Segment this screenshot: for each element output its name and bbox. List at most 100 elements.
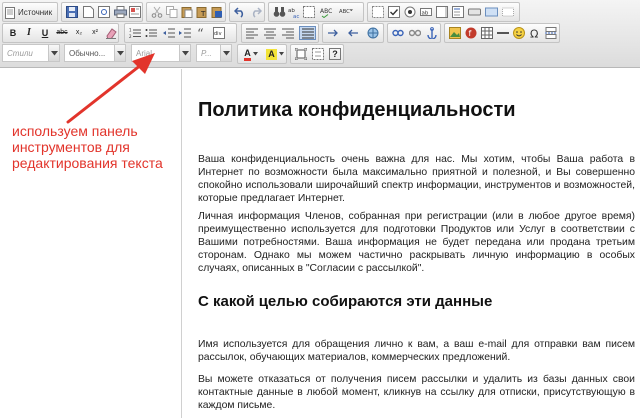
bold-button[interactable]: B: [6, 26, 20, 40]
toolbar-group-insert: f Ω: [444, 23, 560, 43]
table-button[interactable]: [480, 26, 494, 40]
paste-text-button[interactable]: T: [195, 5, 209, 19]
unlink-icon: [409, 29, 421, 37]
italic-button[interactable]: I: [22, 26, 36, 40]
svg-text:div: div: [214, 31, 222, 37]
bulleted-list-button[interactable]: [144, 26, 158, 40]
checkbox-button[interactable]: [387, 5, 401, 19]
form-button[interactable]: [371, 5, 385, 19]
image-button[interactable]: [448, 26, 462, 40]
superscript-button[interactable]: x²: [88, 26, 102, 40]
textfield-icon: ab: [420, 8, 432, 17]
background-color-button[interactable]: A: [265, 47, 285, 61]
toolbar-group-align: [241, 23, 319, 43]
textfield-button[interactable]: ab: [419, 5, 433, 19]
page-break-button[interactable]: [544, 26, 558, 40]
undo-icon: [234, 7, 244, 18]
horizontal-rule-button[interactable]: [496, 26, 510, 40]
underline-button[interactable]: U: [38, 26, 52, 40]
image-icon: [449, 27, 461, 39]
document-paragraph: Личная информация Членов, собранная при …: [198, 211, 635, 274]
paste-button[interactable]: [180, 5, 194, 19]
spellcheck-button[interactable]: ABC: [320, 5, 334, 19]
link-button[interactable]: [391, 26, 405, 40]
document-title: Политика конфиденциальности: [198, 99, 516, 121]
new-page-button[interactable]: [81, 5, 95, 19]
find-button[interactable]: [272, 5, 286, 19]
copy-button[interactable]: [165, 5, 179, 19]
indent-button[interactable]: [178, 26, 192, 40]
numbered-list-icon: 12: [129, 28, 141, 39]
select-field-icon: [452, 6, 464, 18]
maximize-button[interactable]: [294, 47, 308, 61]
strike-button[interactable]: abc: [54, 26, 70, 40]
spellcheck-menu-button[interactable]: ABC: [339, 5, 353, 19]
outdent-button[interactable]: [162, 26, 176, 40]
svg-text:T: T: [200, 10, 206, 18]
text-color-button[interactable]: A: [241, 47, 261, 61]
button-insert-icon: [467, 8, 481, 16]
editor-content[interactable]: Политика конфиденциальности Ваша конфиде…: [182, 69, 640, 418]
svg-text:ab: ab: [422, 11, 429, 17]
select-field-button[interactable]: [451, 5, 465, 19]
flash-button[interactable]: f: [464, 26, 478, 40]
align-left-button[interactable]: [245, 26, 259, 40]
align-right-button[interactable]: [281, 26, 295, 40]
button-insert-button[interactable]: [467, 5, 481, 19]
div-container-button[interactable]: div: [212, 26, 226, 40]
show-blocks-icon: [312, 48, 324, 60]
save-icon: [66, 6, 78, 18]
subscript-button[interactable]: x₂: [72, 26, 86, 40]
scissors-icon: [151, 6, 163, 18]
preview-icon: [98, 6, 110, 18]
bold-label: B: [9, 28, 17, 38]
svg-text:2: 2: [129, 34, 132, 39]
print-button[interactable]: [113, 5, 127, 19]
templates-button[interactable]: [128, 5, 142, 19]
unlink-button[interactable]: [408, 26, 422, 40]
redo-button[interactable]: [249, 5, 263, 19]
paste-word-icon: [211, 7, 222, 18]
cut-button[interactable]: [150, 5, 164, 19]
text-direction-rtl-button[interactable]: [346, 26, 360, 40]
select-all-button[interactable]: [302, 5, 316, 19]
subscript-label: x₂: [75, 29, 83, 36]
styles-combo[interactable]: Стили: [2, 44, 60, 62]
toolbar-group-paragraph: 12 “ div: [124, 23, 237, 43]
underline-label: U: [41, 28, 49, 38]
replace-button[interactable]: ab ac: [287, 5, 301, 19]
language-button[interactable]: [366, 26, 380, 40]
show-blocks-button[interactable]: [311, 47, 325, 61]
special-char-button[interactable]: Ω: [528, 26, 542, 40]
toolbar-group-forms: ab: [367, 2, 520, 22]
styles-combo-label: Стили: [7, 48, 33, 58]
save-button[interactable]: [65, 5, 79, 19]
remove-format-button[interactable]: [104, 26, 118, 40]
strike-label: abc: [56, 29, 68, 36]
textarea-button[interactable]: [435, 5, 449, 19]
blockquote-button[interactable]: “: [196, 26, 210, 40]
chevron-down-icon: [48, 45, 59, 61]
anchor-button[interactable]: [425, 26, 439, 40]
radio-button-insert[interactable]: [403, 5, 417, 19]
undo-button[interactable]: [233, 5, 247, 19]
text-direction-ltr-button[interactable]: [326, 26, 340, 40]
radio-icon: [404, 6, 416, 18]
align-center-button[interactable]: [263, 26, 277, 40]
page-break-icon: [545, 27, 557, 39]
hidden-field-button[interactable]: [501, 5, 515, 19]
toolbar-group-tools: ?: [290, 44, 344, 64]
numbered-list-button[interactable]: 12: [128, 26, 142, 40]
preview-button[interactable]: [97, 5, 111, 19]
toolbar-group-undo: [229, 2, 265, 22]
paste-word-button[interactable]: [210, 5, 224, 19]
smiley-button[interactable]: [512, 26, 526, 40]
source-button[interactable]: Источник: [5, 5, 52, 20]
redo-icon: [252, 7, 262, 18]
svg-text:Ω: Ω: [530, 28, 538, 40]
image-button-insert[interactable]: [484, 5, 498, 19]
about-button[interactable]: ?: [328, 47, 342, 61]
align-justify-button[interactable]: [299, 26, 316, 40]
globe-icon: [367, 27, 379, 39]
align-left-icon: [246, 28, 258, 39]
